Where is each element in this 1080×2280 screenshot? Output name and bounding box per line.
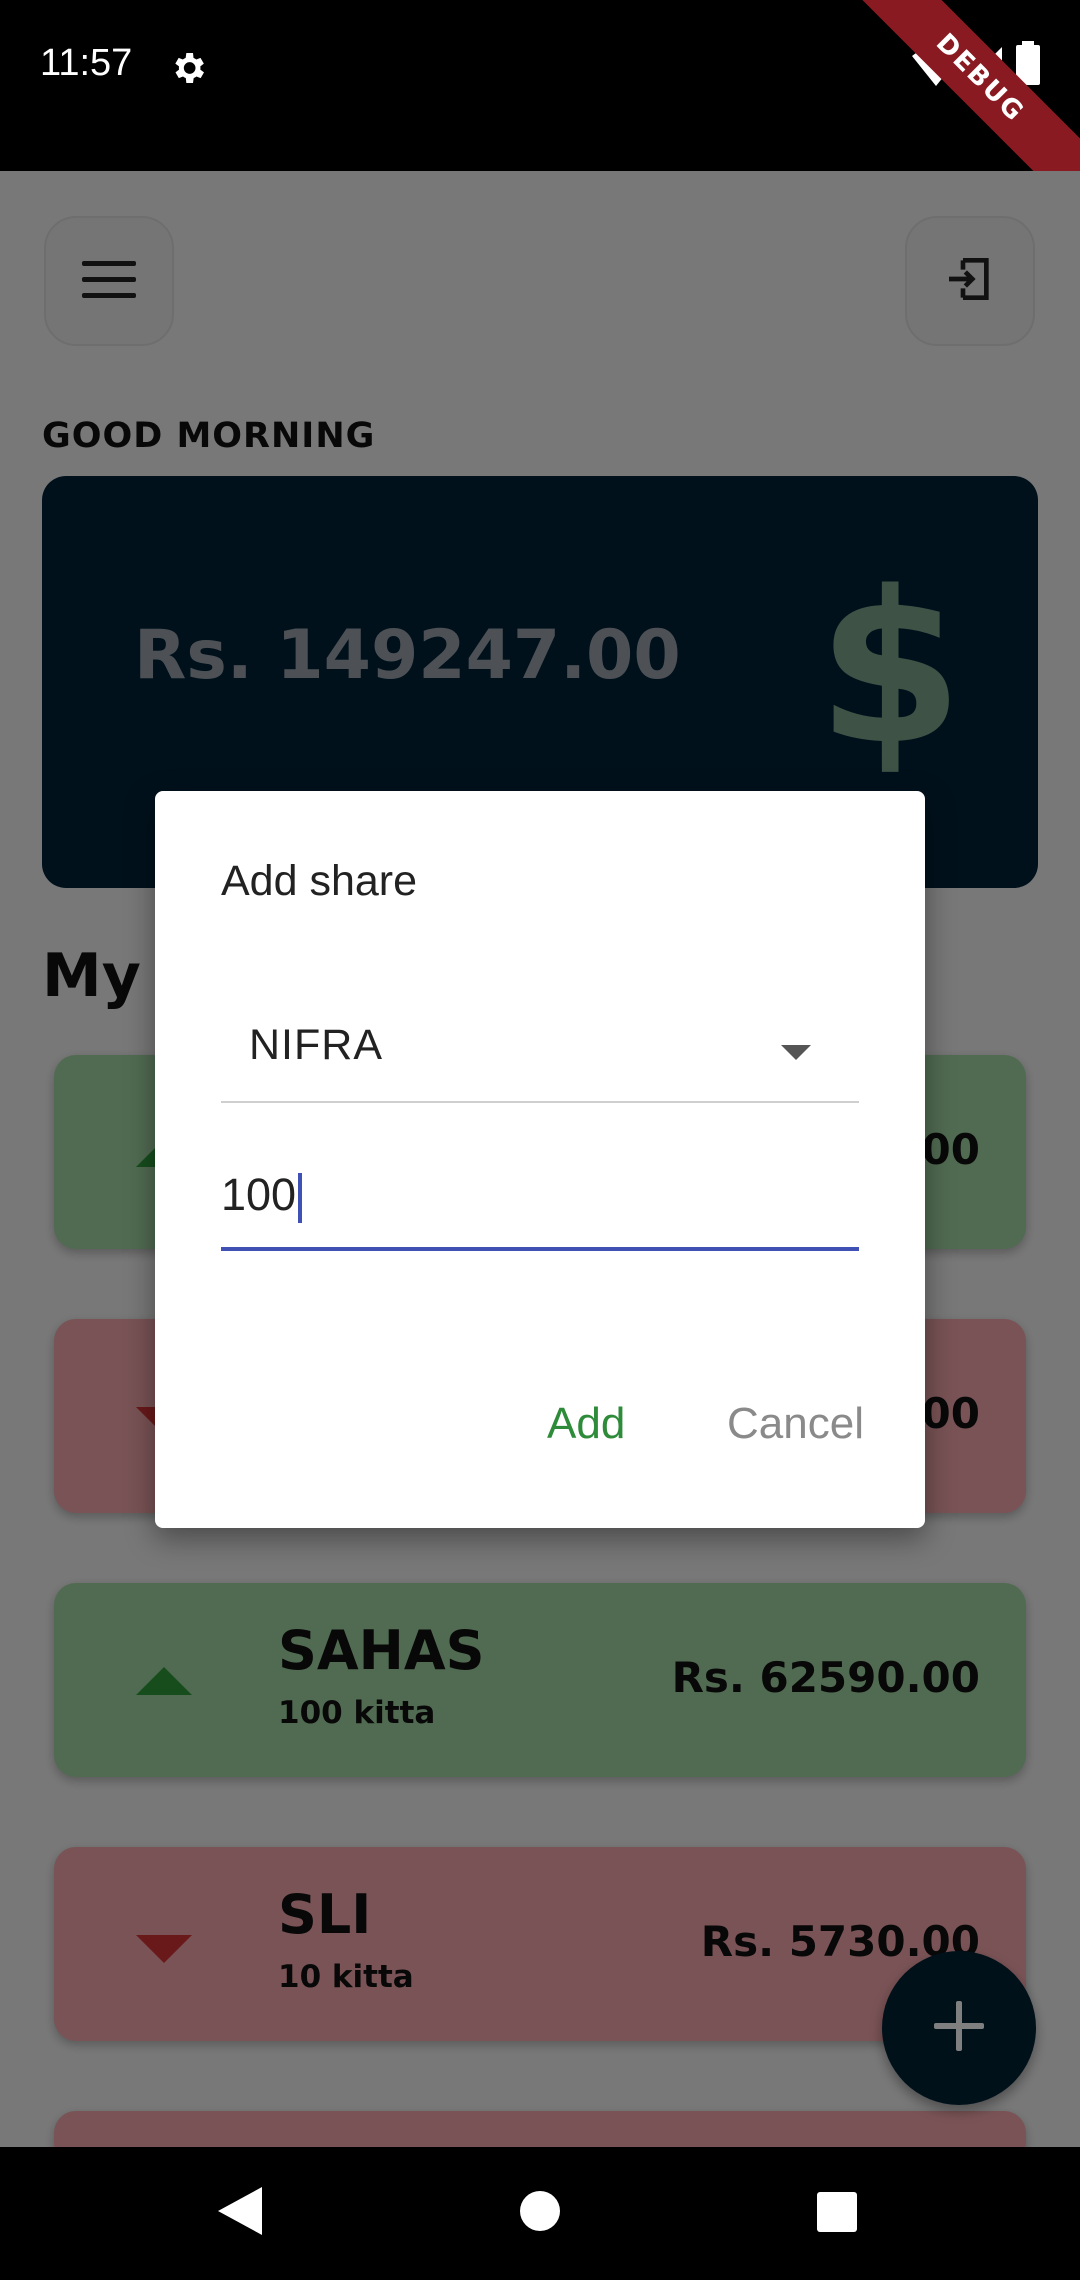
recents-icon[interactable] [817, 2192, 857, 2236]
text-caret [298, 1173, 303, 1224]
quantity-input-value: 100 [221, 1169, 303, 1224]
quantity-text: 100 [221, 1169, 297, 1220]
dropdown-arrow-icon [781, 1045, 811, 1060]
status-bar: 11:57 DEBUG [0, 0, 1080, 219]
dropdown-selected-value: NIFRA [249, 1021, 383, 1069]
add-share-dialog: Add share NIFRA 100 Add Cancel [155, 791, 925, 1528]
status-time: 11:57 [40, 42, 133, 84]
dialog-title: Add share [221, 857, 418, 905]
navigation-bar [0, 2147, 1080, 2280]
home-icon[interactable] [519, 2190, 561, 2236]
back-icon[interactable] [218, 2187, 262, 2239]
share-dropdown[interactable]: NIFRA [221, 1001, 859, 1103]
settings-icon [168, 48, 208, 92]
cancel-button[interactable]: Cancel [727, 1399, 864, 1449]
add-button[interactable]: Add [547, 1399, 625, 1449]
quantity-input[interactable]: 100 [221, 1151, 859, 1251]
